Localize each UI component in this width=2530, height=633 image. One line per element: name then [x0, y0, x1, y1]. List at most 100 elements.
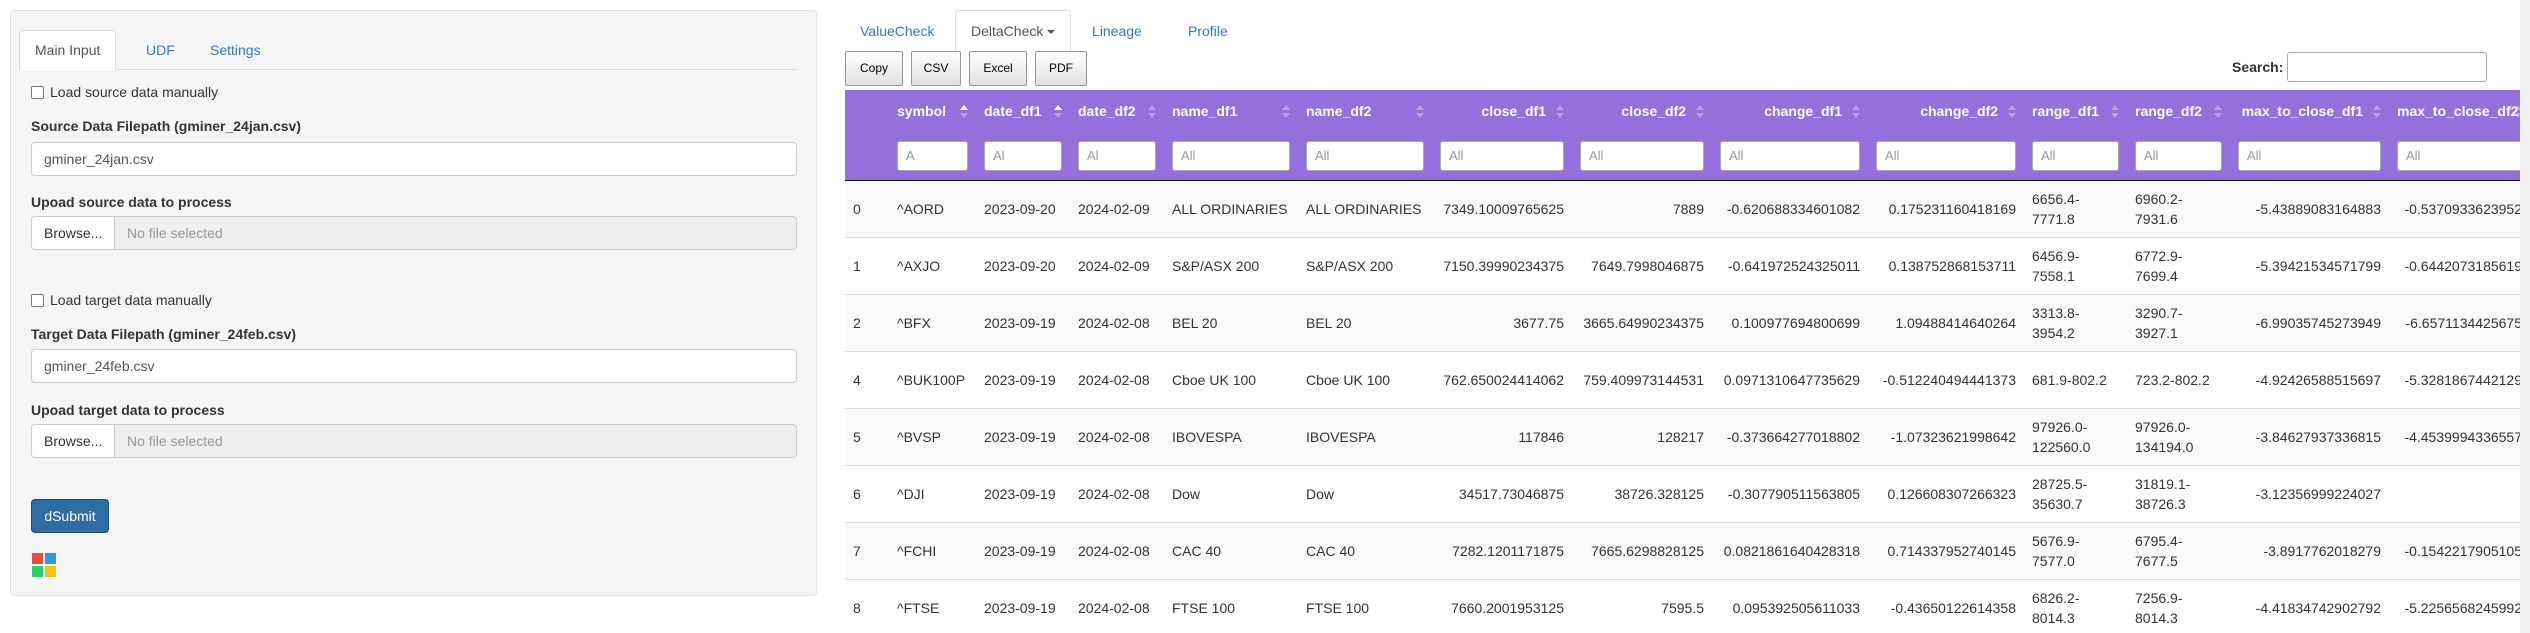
- column-header-date-df2[interactable]: date_df2: [1070, 90, 1164, 132]
- source-file-status: No file selected: [114, 216, 797, 250]
- table-cell-change-df2: 0.138752868153711: [1868, 236, 2024, 294]
- source-filepath-input[interactable]: gminer_24jan.csv: [31, 142, 797, 176]
- table-cell-change-df1: -0.307790511563805: [1712, 464, 1868, 522]
- table-cell-close-df2: 7889: [1572, 179, 1712, 237]
- column-filter-input[interactable]: All: [2032, 140, 2119, 171]
- table-cell-max-to-close-df2: -0.6442073185619: [2389, 236, 2530, 294]
- table-cell-symbol: ^BFX: [889, 293, 976, 351]
- column-header-symbol[interactable]: symbol: [889, 90, 976, 132]
- checkbox-icon[interactable]: [31, 86, 44, 99]
- table-row[interactable]: 7 ^FCHI 2023-09-19 2024-02-08 CAC 40 CAC 40 72…: [845, 521, 2530, 579]
- column-header-max-to-close-df2[interactable]: max_to_close_df2: [2389, 90, 2530, 132]
- table-cell-date-df1: 2023-09-20: [976, 179, 1070, 237]
- column-header-close-df2[interactable]: close_df2: [1572, 90, 1712, 132]
- column-header-label: date_df1: [984, 103, 1042, 119]
- filter-cell: All: [1432, 132, 1572, 181]
- column-filter-input[interactable]: All: [1876, 140, 2016, 171]
- tab-profile[interactable]: Profile: [1173, 10, 1243, 52]
- column-header-date-df1[interactable]: date_df1: [976, 90, 1070, 132]
- table-cell-index: 2: [845, 293, 889, 351]
- table-cell-change-df2: -0.43650122614358: [1868, 578, 2024, 633]
- table-cell-name-df1: ALL ORDINARIES: [1164, 179, 1298, 237]
- column-filter-input[interactable]: Al: [984, 140, 1062, 171]
- tab-main-input[interactable]: Main Input: [19, 30, 117, 71]
- table-row[interactable]: 8 ^FTSE 2023-09-19 2024-02-08 FTSE 100 FTSE 1…: [845, 578, 2530, 633]
- table-cell-index: 4: [845, 350, 889, 408]
- table-row[interactable]: 1 ^AXJO 2023-09-20 2024-02-09 S&P/ASX 200 S&P…: [845, 236, 2530, 294]
- column-filter-input[interactable]: All: [2238, 140, 2381, 171]
- table-cell-range-df2: 6795.4-7677.5: [2127, 521, 2230, 579]
- table-cell-name-df1: IBOVESPA: [1164, 407, 1298, 465]
- target-filepath-input[interactable]: gminer_24feb.csv: [31, 349, 797, 383]
- source-filepath-label: Source Data Filepath (gminer_24jan.csv): [31, 118, 301, 134]
- column-filter-input[interactable]: A: [897, 140, 968, 171]
- column-header-range-df2[interactable]: range_df2: [2127, 90, 2230, 132]
- column-header-name-df2[interactable]: name_df2: [1298, 90, 1432, 132]
- search-input[interactable]: [2287, 52, 2487, 82]
- source-browse-button[interactable]: Browse...: [31, 216, 115, 250]
- column-header-change-df2[interactable]: change_df2: [1868, 90, 2024, 132]
- copy-button[interactable]: Copy: [845, 51, 903, 86]
- submit-button[interactable]: dSubmit: [31, 499, 109, 533]
- excel-button[interactable]: Excel: [969, 51, 1027, 86]
- table-cell-range-df2: 6960.2-7931.6: [2127, 179, 2230, 237]
- target-browse-button[interactable]: Browse...: [31, 424, 115, 458]
- table-cell-range-df1: 3313.8-3954.2: [2024, 293, 2127, 351]
- tab-deltacheck[interactable]: DeltaCheck: [955, 10, 1072, 52]
- sort-ascending-icon: [1054, 105, 1062, 119]
- column-filter-input[interactable]: All: [2135, 140, 2222, 171]
- input-tabs: Main Input UDF Settings: [19, 18, 797, 71]
- table-cell-close-df1: 7660.2001953125: [1432, 578, 1572, 633]
- column-header-label: symbol: [897, 103, 947, 119]
- column-header-close-df1[interactable]: close_df1: [1432, 90, 1572, 132]
- tab-valuecheck[interactable]: ValueCheck: [845, 10, 949, 52]
- table-cell-name-df1: S&P/ASX 200: [1164, 236, 1298, 294]
- column-header-index[interactable]: [845, 90, 889, 132]
- table-cell-max-to-close-df1: -4.41834742902792: [2230, 578, 2389, 633]
- column-header-max-to-close-df1[interactable]: max_to_close_df1: [2230, 90, 2389, 132]
- table-row[interactable]: 0 ^AORD 2023-09-20 2024-02-09 ALL ORDINARIES…: [845, 179, 2530, 237]
- vertical-scrollbar[interactable]: [2520, 0, 2530, 633]
- table-row[interactable]: 2 ^BFX 2023-09-19 2024-02-08 BEL 20 BEL 20 367…: [845, 293, 2530, 351]
- table-cell-close-df2: 7665.6298828125: [1572, 521, 1712, 579]
- pdf-button[interactable]: PDF: [1035, 51, 1087, 86]
- delta-table: symbol date_df1 date_df2 name_df1 name_df2 cl…: [845, 90, 2530, 633]
- table-cell-change-df1: -0.641972524325011: [1712, 236, 1868, 294]
- column-filter-input[interactable]: All: [1440, 140, 1564, 171]
- column-filter-input[interactable]: All: [1580, 140, 1704, 171]
- tab-settings[interactable]: Settings: [195, 30, 276, 71]
- column-header-label: max_to_close_df2: [2397, 103, 2519, 119]
- column-header-name-df1[interactable]: name_df1: [1164, 90, 1298, 132]
- table-cell-close-df2: 38726.328125: [1572, 464, 1712, 522]
- column-filter-input[interactable]: Al: [1078, 140, 1156, 171]
- column-header-range-df1[interactable]: range_df1: [2024, 90, 2127, 132]
- column-header-change-df1[interactable]: change_df1: [1712, 90, 1868, 132]
- table-cell-change-df2: -0.512240494441373: [1868, 350, 2024, 408]
- table-cell-change-df1: -0.620688334601082: [1712, 179, 1868, 237]
- filter-cell: Al: [1070, 132, 1164, 181]
- table-row[interactable]: 5 ^BVSP 2023-09-19 2024-02-08 IBOVESPA IBOVES…: [845, 407, 2530, 465]
- table-cell-symbol: ^BVSP: [889, 407, 976, 465]
- table-cell-close-df2: 7595.5: [1572, 578, 1712, 633]
- checkbox-icon[interactable]: [31, 294, 44, 307]
- target-filepath-label: Target Data Filepath (gminer_24feb.csv): [31, 326, 297, 342]
- table-cell-index: 1: [845, 236, 889, 294]
- load-target-manually-checkbox[interactable]: Load target data manually: [31, 292, 212, 308]
- table-row[interactable]: 6 ^DJI 2023-09-19 2024-02-08 Dow Dow 34517.730…: [845, 464, 2530, 522]
- tab-udf[interactable]: UDF: [131, 30, 190, 71]
- table-row[interactable]: 4 ^BUK100P 2023-09-19 2024-02-08 Cboe UK 100…: [845, 350, 2530, 408]
- column-filter-input[interactable]: All: [2397, 140, 2522, 171]
- tab-lineage[interactable]: Lineage: [1077, 10, 1157, 52]
- column-filter-input[interactable]: All: [1720, 140, 1860, 171]
- column-header-label: range_df2: [2135, 103, 2202, 119]
- table-header-row: symbol date_df1 date_df2 name_df1 name_df2 cl…: [845, 90, 2530, 132]
- column-header-label: close_df2: [1621, 103, 1686, 119]
- filter-cell: All: [2024, 132, 2127, 181]
- table-cell-close-df1: 34517.73046875: [1432, 464, 1572, 522]
- csv-button[interactable]: CSV: [911, 51, 961, 86]
- column-filter-input[interactable]: All: [1306, 140, 1424, 171]
- column-filter-input[interactable]: All: [1172, 140, 1290, 171]
- table-cell-max-to-close-df1: -3.8917762018279: [2230, 521, 2389, 579]
- load-source-manually-checkbox[interactable]: Load source data manually: [31, 84, 218, 100]
- table-cell-name-df2: FTSE 100: [1298, 578, 1432, 633]
